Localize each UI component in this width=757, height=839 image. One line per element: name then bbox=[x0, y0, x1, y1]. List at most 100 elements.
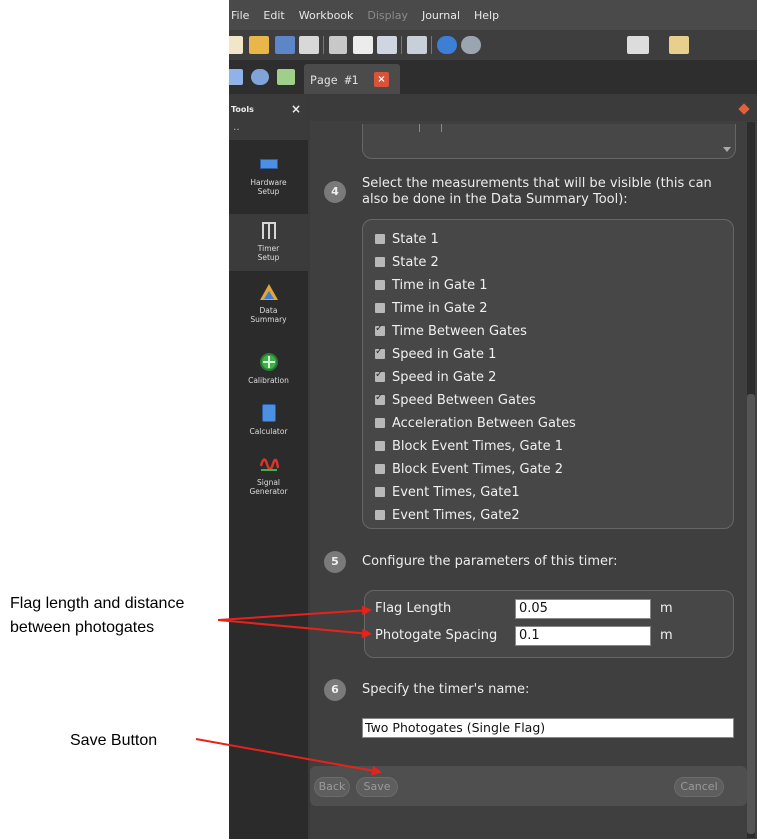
checkbox[interactable] bbox=[375, 303, 385, 313]
journal-icon[interactable] bbox=[669, 36, 689, 54]
checkbox[interactable] bbox=[375, 464, 385, 474]
save-button[interactable]: Save bbox=[356, 777, 398, 797]
measurement-item[interactable]: Acceleration Between Gates bbox=[375, 412, 576, 434]
paste-icon[interactable] bbox=[377, 36, 397, 54]
copy-icon[interactable] bbox=[353, 36, 373, 54]
hardware-setup-icon bbox=[259, 154, 279, 174]
tab-page-1[interactable]: Page #1 × bbox=[304, 64, 400, 94]
checkbox[interactable] bbox=[375, 280, 385, 290]
photogate-spacing-input[interactable]: 0.1 bbox=[515, 626, 651, 646]
checkbox[interactable] bbox=[375, 234, 385, 244]
checkbox[interactable] bbox=[375, 510, 385, 520]
dropdown-arrow-icon[interactable] bbox=[723, 147, 731, 152]
measurement-item[interactable]: Event Times, Gate2 bbox=[375, 504, 520, 526]
sensor-diagram-box bbox=[362, 124, 736, 159]
measurement-item[interactable]: Speed in Gate 1 bbox=[375, 343, 496, 365]
signal-generator-icon bbox=[259, 454, 279, 474]
tool-signal-generator[interactable]: Signal Generator bbox=[229, 454, 308, 496]
undo-icon[interactable] bbox=[437, 36, 457, 54]
toolbar-separator bbox=[431, 36, 432, 54]
tool-data-summary[interactable]: Data Summary bbox=[229, 282, 308, 324]
tab-page-1-label: Page #1 bbox=[310, 73, 359, 87]
tool-label: Hardware Setup bbox=[250, 178, 287, 196]
scrollbar-thumb[interactable] bbox=[747, 394, 755, 834]
flag-length-label: Flag Length bbox=[375, 601, 452, 616]
checkbox[interactable] bbox=[375, 441, 385, 451]
delete-icon[interactable] bbox=[407, 36, 427, 54]
annotation-flag-line-1: Flag length and distance bbox=[10, 595, 185, 612]
timer-setup-panel: 4 Select the measurements that will be v… bbox=[310, 96, 757, 839]
checkbox-checked[interactable] bbox=[375, 392, 385, 405]
flag-length-unit: m bbox=[660, 601, 673, 616]
measurement-item[interactable]: Time in Gate 1 bbox=[375, 274, 487, 296]
step-5-instructions: Configure the parameters of this timer: bbox=[362, 554, 618, 569]
tool-hardware-setup[interactable]: Hardware Setup bbox=[229, 154, 308, 196]
checkbox-checked[interactable] bbox=[375, 369, 385, 382]
cancel-button[interactable]: Cancel bbox=[674, 777, 724, 797]
wizard-button-bar: Back Save Cancel bbox=[310, 766, 747, 806]
measurement-label: State 1 bbox=[392, 231, 439, 247]
menu-display[interactable]: Display bbox=[367, 9, 408, 22]
toolbar-separator bbox=[401, 36, 402, 54]
step-number-4: 4 bbox=[324, 181, 346, 203]
checkbox-checked[interactable] bbox=[375, 346, 385, 359]
redo-icon[interactable] bbox=[461, 36, 481, 54]
menu-edit[interactable]: Edit bbox=[263, 9, 284, 22]
tool-calibration[interactable]: Calibration bbox=[229, 352, 308, 385]
step-4-instructions: Select the measurements that will be vis… bbox=[362, 176, 712, 207]
measurement-label: Time in Gate 1 bbox=[392, 277, 488, 293]
checkbox[interactable] bbox=[375, 487, 385, 497]
panel-header bbox=[310, 96, 757, 121]
tools-overflow-icon[interactable]: ‥ bbox=[233, 122, 241, 133]
menu-journal[interactable]: Journal bbox=[422, 9, 460, 22]
open-folder-icon[interactable] bbox=[249, 36, 269, 54]
measurement-item[interactable]: Block Event Times, Gate 2 bbox=[375, 458, 563, 480]
close-tab-icon[interactable]: × bbox=[374, 72, 389, 87]
print-icon[interactable] bbox=[299, 36, 319, 54]
tools-palette: Tools × ‥ Hardware Setup Timer Setup Dat… bbox=[229, 96, 308, 839]
timer-setup-icon bbox=[259, 220, 279, 240]
tools-close-icon[interactable]: × bbox=[291, 102, 301, 116]
camera-icon[interactable] bbox=[627, 36, 649, 54]
settings-gear-icon[interactable] bbox=[251, 69, 269, 85]
measurement-label: Event Times, Gate2 bbox=[392, 507, 520, 523]
add-page-icon[interactable] bbox=[277, 69, 295, 85]
diagram-tick bbox=[419, 124, 420, 132]
measurement-label: Time Between Gates bbox=[392, 323, 527, 339]
step-6-instructions: Specify the timer's name: bbox=[362, 682, 530, 697]
timer-name-input[interactable]: Two Photogates (Single Flag) bbox=[362, 718, 734, 738]
measurement-item[interactable]: Block Event Times, Gate 1 bbox=[375, 435, 563, 457]
measurement-label: Speed in Gate 1 bbox=[392, 346, 497, 362]
data-summary-icon bbox=[259, 282, 279, 302]
vertical-scrollbar[interactable] bbox=[747, 122, 755, 838]
pin-icon[interactable] bbox=[738, 103, 750, 115]
measurement-item[interactable]: Event Times, Gate1 bbox=[375, 481, 520, 503]
measurement-item[interactable]: Time in Gate 2 bbox=[375, 297, 487, 319]
measurement-label: Event Times, Gate1 bbox=[392, 484, 520, 500]
tools-title: Tools bbox=[231, 105, 254, 114]
measurement-item[interactable]: State 1 bbox=[375, 228, 439, 250]
tool-label: Data Summary bbox=[250, 306, 287, 324]
tool-label: Calculator bbox=[249, 427, 288, 436]
checkbox-checked[interactable] bbox=[375, 323, 385, 336]
tool-timer-setup[interactable]: Timer Setup bbox=[229, 214, 308, 271]
measurement-item[interactable]: State 2 bbox=[375, 251, 439, 273]
window-icon[interactable] bbox=[229, 69, 243, 85]
cut-icon[interactable] bbox=[329, 36, 347, 54]
menu-file[interactable]: File bbox=[231, 9, 249, 22]
save-disk-icon[interactable] bbox=[275, 36, 295, 54]
checkbox[interactable] bbox=[375, 257, 385, 267]
flag-length-input[interactable]: 0.05 bbox=[515, 599, 651, 619]
measurement-item[interactable]: Time Between Gates bbox=[375, 320, 527, 342]
menu-workbook[interactable]: Workbook bbox=[299, 9, 354, 22]
measurement-item[interactable]: Speed in Gate 2 bbox=[375, 366, 496, 388]
checkbox[interactable] bbox=[375, 418, 385, 428]
new-document-icon[interactable] bbox=[229, 36, 243, 54]
measurement-label: Time in Gate 2 bbox=[392, 300, 488, 316]
back-button[interactable]: Back bbox=[314, 777, 350, 797]
measurement-label: Block Event Times, Gate 1 bbox=[392, 438, 564, 454]
measurements-list: State 1 State 2 Time in Gate 1 Time in G… bbox=[362, 219, 734, 529]
menu-help[interactable]: Help bbox=[474, 9, 499, 22]
tool-calculator[interactable]: Calculator bbox=[229, 403, 308, 436]
measurement-item[interactable]: Speed Between Gates bbox=[375, 389, 536, 411]
